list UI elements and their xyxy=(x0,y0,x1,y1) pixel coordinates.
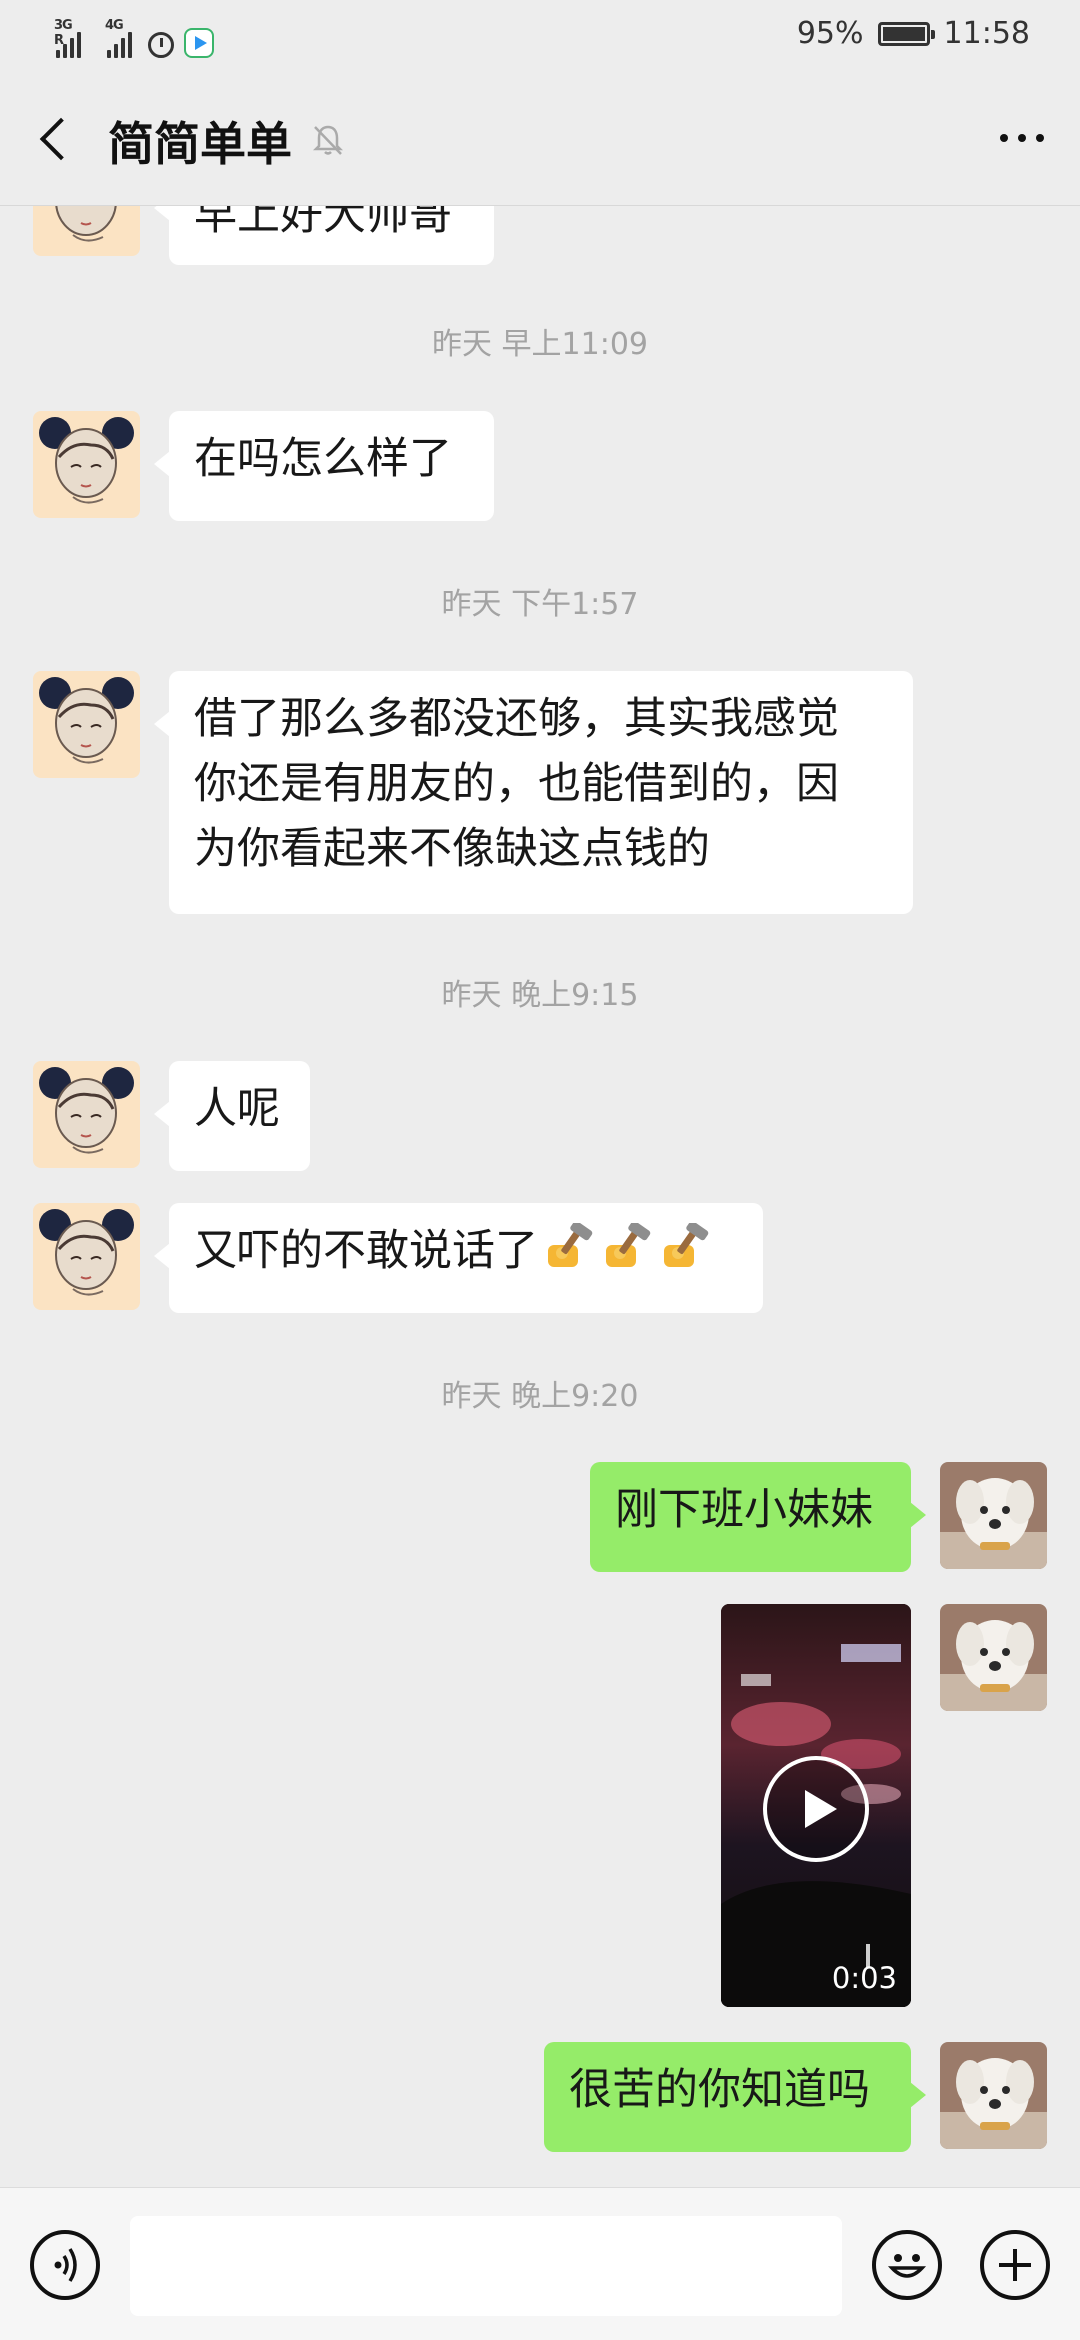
message-text: 早上好大帅哥 xyxy=(194,205,452,240)
incoming-message[interactable]: 又吓的不敢说话了 xyxy=(154,1203,763,1313)
play-icon[interactable] xyxy=(761,1754,871,1868)
battery-percent: 95% xyxy=(796,16,864,51)
message-text: 又吓的不敢说话了 xyxy=(194,1226,538,1276)
network-type-label: 3G R xyxy=(54,18,73,48)
contact-avatar[interactable] xyxy=(33,205,140,256)
emoji-icon[interactable] xyxy=(872,2230,942,2300)
message-text: 为你看起来不像缺这点钱的 xyxy=(194,824,710,874)
message-input[interactable] xyxy=(130,2216,842,2316)
video-duration: 0:03 xyxy=(831,1961,897,1995)
my-avatar[interactable] xyxy=(940,1604,1047,1711)
chat-title[interactable]: 简简单单 xyxy=(108,108,292,174)
chat-header: 简简单单 xyxy=(0,72,1080,206)
input-bar xyxy=(0,2187,1080,2340)
video-message[interactable]: 0:03 xyxy=(721,1604,911,2007)
chat-screen: 3G R 4G 95% 11:58 简简单单 早上好大帅哥 昨天 早上11:09… xyxy=(0,0,1080,2340)
timestamp: 昨天 早上11:09 xyxy=(432,327,648,362)
outgoing-message[interactable]: 很苦的你知道吗 xyxy=(544,2042,926,2152)
alarm-icon xyxy=(148,32,174,58)
status-bar: 3G R 4G 95% 11:58 xyxy=(0,0,1080,72)
timestamp: 昨天 晚上9:20 xyxy=(441,1379,639,1414)
message-text: 很苦的你知道吗 xyxy=(569,2065,870,2115)
network-type-label: 4G xyxy=(105,18,124,33)
incoming-message[interactable]: 借了那么多都没还够，其实我感觉 你还是有朋友的，也能借到的，因 为你看起来不像缺… xyxy=(154,671,913,914)
video-app-icon xyxy=(184,28,214,58)
my-avatar[interactable] xyxy=(940,1462,1047,1569)
timestamp: 昨天 晚上9:15 xyxy=(441,978,639,1013)
message-text: 你还是有朋友的，也能借到的，因 xyxy=(194,759,839,809)
voice-icon[interactable] xyxy=(30,2230,100,2300)
clock: 11:58 xyxy=(943,16,1030,51)
message-list[interactable]: 早上好大帅哥 昨天 早上11:09 在吗怎么样了 昨天 下午1:57 借了那么多… xyxy=(0,205,1080,2185)
message-text: 借了那么多都没还够，其实我感觉 xyxy=(194,694,839,744)
contact-avatar[interactable] xyxy=(33,1203,140,1310)
timestamp: 昨天 下午1:57 xyxy=(441,587,639,622)
contact-avatar[interactable] xyxy=(33,671,140,778)
incoming-message[interactable]: 人呢 xyxy=(154,1061,310,1171)
mute-bell-icon xyxy=(310,122,346,158)
battery-icon xyxy=(877,21,935,46)
more-dots-icon[interactable] xyxy=(992,118,1052,158)
signal-icon: 3G R xyxy=(54,18,81,58)
plus-icon[interactable] xyxy=(980,2230,1050,2300)
contact-avatar[interactable] xyxy=(33,1061,140,1168)
hammer-emoji-icon xyxy=(544,1220,596,1273)
incoming-message[interactable]: 早上好大帅哥 xyxy=(154,205,494,265)
message-text: 刚下班小妹妹 xyxy=(615,1485,873,1535)
message-text: 在吗怎么样了 xyxy=(194,434,452,484)
my-avatar[interactable] xyxy=(940,2042,1047,2149)
outgoing-message[interactable]: 刚下班小妹妹 xyxy=(590,1462,926,1572)
hammer-emoji-icon xyxy=(602,1220,654,1273)
hammer-emoji-icon xyxy=(660,1220,712,1273)
back-arrow-icon[interactable] xyxy=(30,110,86,166)
contact-avatar[interactable] xyxy=(33,411,140,518)
signal-icon: 4G xyxy=(105,18,132,58)
message-text: 人呢 xyxy=(194,1084,280,1134)
incoming-message[interactable]: 在吗怎么样了 xyxy=(154,411,494,521)
